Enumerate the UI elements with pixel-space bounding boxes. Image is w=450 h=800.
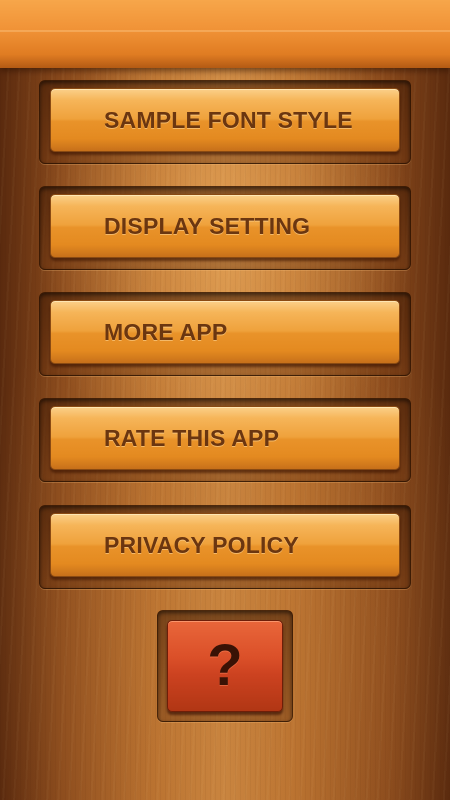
rate-this-app-button[interactable]: RATE THIS APP xyxy=(50,406,400,470)
question-mark-icon: ? xyxy=(207,633,243,698)
display-setting-button[interactable]: DISPLAY SETTING xyxy=(50,194,400,258)
menu-button-label: DISPLAY SETTING xyxy=(104,213,311,239)
menu-button-label: MORE APP xyxy=(104,319,228,345)
menu-button-label: SAMPLE FONT STYLE xyxy=(104,107,353,133)
sample-font-style-button[interactable]: SAMPLE FONT STYLE xyxy=(50,88,400,152)
more-app-button[interactable]: MORE APP xyxy=(50,300,400,364)
main-menu: SAMPLE FONT STYLE DISPLAY SETTING MORE A… xyxy=(0,0,450,800)
menu-button-label: RATE THIS APP xyxy=(104,425,280,451)
privacy-policy-button[interactable]: PRIVACY POLICY xyxy=(50,513,400,577)
help-button[interactable]: ? xyxy=(167,620,283,712)
menu-button-label: PRIVACY POLICY xyxy=(104,532,299,558)
